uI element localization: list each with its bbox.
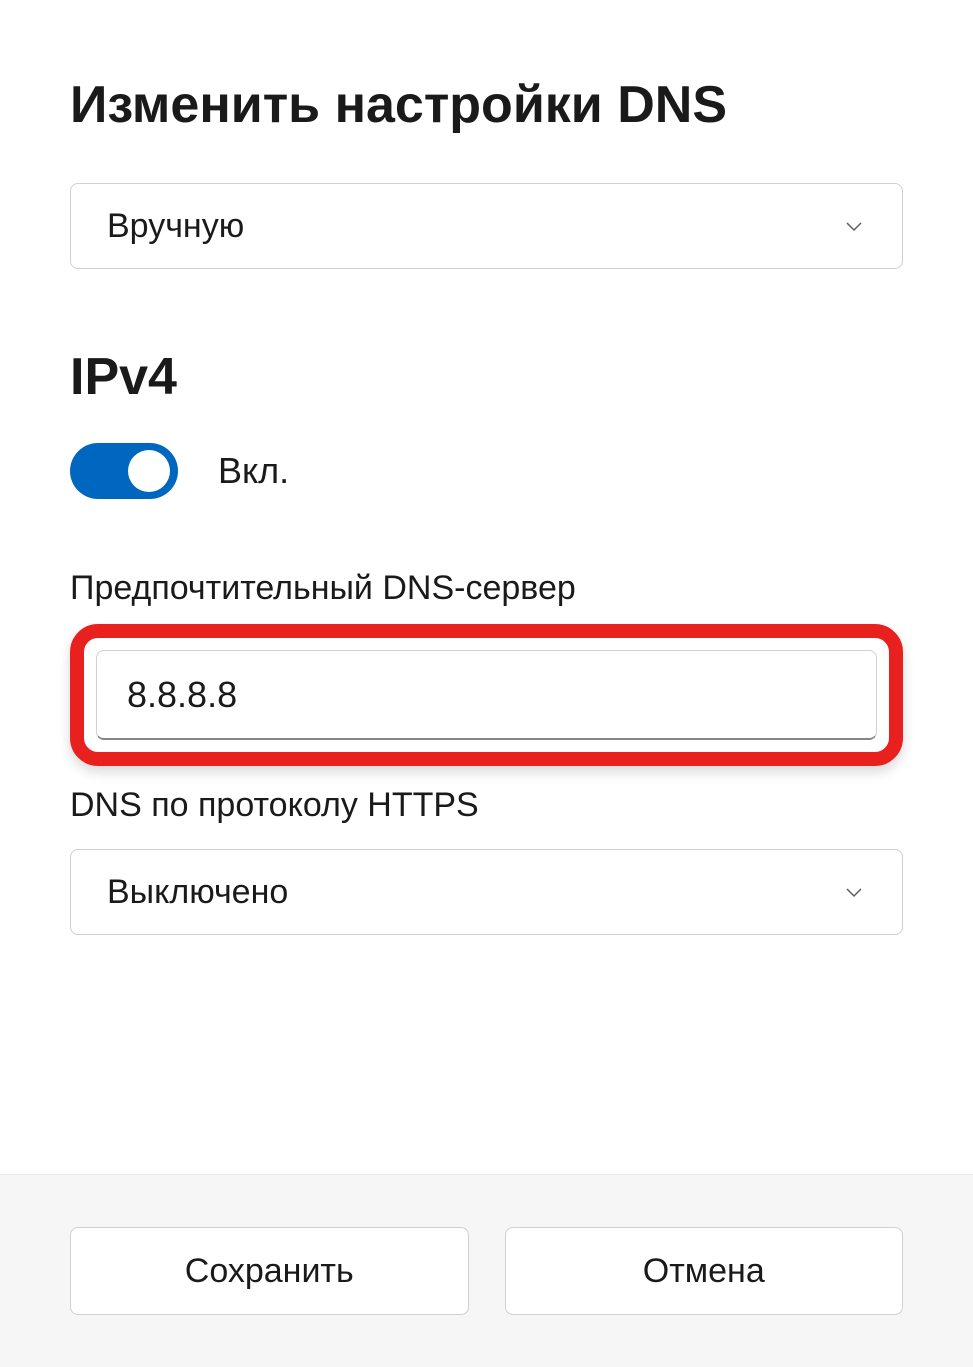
dns-https-dropdown[interactable]: Выключено xyxy=(70,849,903,935)
save-button[interactable]: Сохранить xyxy=(70,1227,469,1315)
toggle-thumb xyxy=(128,450,170,492)
ipv4-toggle-row: Вкл. xyxy=(70,443,903,499)
dialog-footer: Сохранить Отмена xyxy=(0,1174,973,1367)
chevron-down-icon xyxy=(842,880,866,904)
cancel-button[interactable]: Отмена xyxy=(505,1227,904,1315)
highlight-annotation xyxy=(70,624,903,766)
dns-https-label: DNS по протоколу HTTPS xyxy=(70,786,903,825)
ipv4-toggle[interactable] xyxy=(70,443,178,499)
dns-settings-dialog: Изменить настройки DNS Вручную IPv4 Вкл.… xyxy=(0,0,973,1367)
ipv4-heading: IPv4 xyxy=(70,347,903,407)
preferred-dns-input[interactable] xyxy=(96,650,877,740)
preferred-dns-label: Предпочтительный DNS-сервер xyxy=(70,569,903,608)
dns-mode-selected: Вручную xyxy=(107,207,244,246)
dns-mode-dropdown[interactable]: Вручную xyxy=(70,183,903,269)
dns-https-selected: Выключено xyxy=(107,873,288,912)
dialog-title: Изменить настройки DNS xyxy=(70,75,903,135)
chevron-down-icon xyxy=(842,214,866,238)
ipv4-toggle-label: Вкл. xyxy=(218,450,289,492)
dialog-content: Изменить настройки DNS Вручную IPv4 Вкл.… xyxy=(0,0,973,1174)
